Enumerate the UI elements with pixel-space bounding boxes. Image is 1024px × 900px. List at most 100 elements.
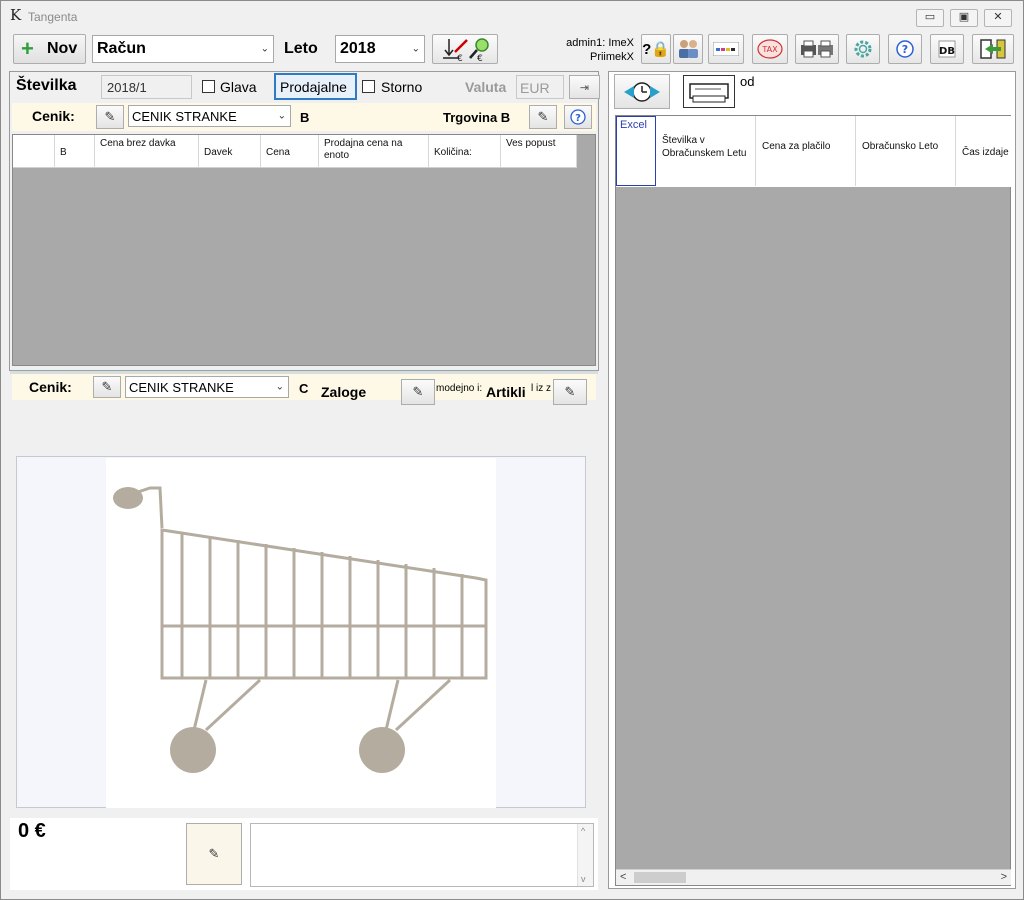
col-header-issue-time[interactable]: Čas izdaje <box>956 116 1011 186</box>
storno-label: Storno <box>381 79 423 95</box>
document-type-select[interactable]: Račun ⌄ <box>92 35 274 63</box>
tax-button[interactable]: TAX <box>752 34 788 64</box>
excel-export-button[interactable]: Excel <box>616 116 656 186</box>
pencil-icon: ✎ <box>537 109 549 124</box>
settings-button[interactable] <box>846 34 880 64</box>
svg-text:€: € <box>457 54 463 62</box>
shopping-cart-image <box>106 458 496 808</box>
svg-text:TAX: TAX <box>761 45 778 54</box>
new-button-label: Nov <box>47 40 78 57</box>
receipt-button[interactable] <box>683 75 735 108</box>
items-grid-header: B Cena brez davka Davek Cena Prodajna ce… <box>13 135 577 168</box>
col-header-number-in-year[interactable]: Številka v Obračunskem Letu <box>656 116 756 186</box>
time-navigation-button[interactable] <box>614 74 670 109</box>
valuta-field[interactable]: EUR <box>516 75 564 99</box>
col-header-amount-due[interactable]: Cena za plačilo <box>756 116 856 186</box>
upper-pricelist-value: CENIK STRANKE <box>132 109 237 124</box>
restore-button[interactable]: ▣ <box>950 9 978 27</box>
database-button[interactable]: DB <box>930 34 964 64</box>
invoice-list-hscrollbar[interactable]: < > <box>616 869 1011 885</box>
tax-icon: TAX <box>757 39 783 59</box>
year-select[interactable]: 2018 ⌄ <box>335 35 425 63</box>
close-icon: ✕ <box>993 11 1003 23</box>
valuta-select-button[interactable]: ⇥ <box>569 75 600 99</box>
notes-scrollbar[interactable]: ^ v <box>577 824 593 886</box>
database-icon: DB <box>938 40 956 58</box>
col-header-discount[interactable]: Ves popust <box>501 135 577 167</box>
svg-text:?: ? <box>575 113 581 124</box>
scroll-right-icon[interactable]: > <box>1001 871 1007 883</box>
glava-label: Glava <box>220 79 257 95</box>
barcode-button[interactable] <box>708 34 744 64</box>
trgovina-help-button[interactable]: ? <box>564 105 592 129</box>
title-bar <box>1 1 1023 31</box>
stock-label: Zaloge <box>321 384 367 400</box>
total-amount: 0 € <box>18 820 46 842</box>
upper-pricelist-select[interactable]: CENIK STRANKE ⌄ <box>128 105 291 127</box>
invoice-list-header: Excel Številka v Obračunskem Letu Cena z… <box>616 116 1011 187</box>
chevron-down-icon: ⌄ <box>411 43 420 55</box>
help-user-button[interactable]: ?🔒 <box>641 34 671 64</box>
help-icon: ? <box>570 109 586 125</box>
lower-pricelist-select[interactable]: CENIK STRANKE ⌄ <box>125 376 289 398</box>
stock-edit-button[interactable]: ✎ <box>401 379 435 405</box>
od-label: od <box>740 74 755 89</box>
modejno-label: modejno i: <box>436 383 483 394</box>
trgovina-edit-button[interactable]: ✎ <box>529 105 557 129</box>
lower-pricelist-label: Cenik: <box>29 379 72 395</box>
col-header-unit-price[interactable]: Prodajna cena na enoto <box>319 135 429 167</box>
scroll-left-icon[interactable]: < <box>620 871 626 883</box>
col-header-price-no-tax[interactable]: Cena brez davka <box>95 135 199 167</box>
minimize-button[interactable]: ▭ <box>916 9 944 27</box>
receipt-printer-icon <box>689 82 729 102</box>
pencil-icon: ✎ <box>564 384 576 399</box>
col-header-price[interactable]: Cena <box>261 135 319 167</box>
shopping-cart-icon <box>113 486 488 773</box>
logged-user: admin1: ImeX PriimekX <box>540 36 634 64</box>
prodajalne-button[interactable]: Prodajalne <box>274 73 357 100</box>
chevron-down-icon: ⌄ <box>275 381 284 393</box>
svg-text:DB: DB <box>939 46 955 57</box>
scroll-down-icon[interactable]: v <box>581 874 586 884</box>
row-selector-header <box>13 135 55 167</box>
chevron-down-icon: ⌄ <box>260 43 269 55</box>
lower-pricelist-value: CENIK STRANKE <box>129 380 234 395</box>
items-grid[interactable] <box>12 134 596 366</box>
storno-checkbox[interactable] <box>362 80 375 93</box>
currency-search-button[interactable]: € € <box>432 34 498 64</box>
articles-edit-button[interactable]: ✎ <box>553 379 587 405</box>
lower-pricelist-edit-button[interactable]: ✎ <box>93 376 121 398</box>
valuta-label: Valuta <box>465 79 507 95</box>
users-button[interactable] <box>673 34 703 64</box>
col-header-quantity[interactable]: Količina: <box>429 135 501 167</box>
scroll-up-icon[interactable]: ^ <box>581 826 585 836</box>
articles-label: Artikli <box>486 384 526 400</box>
print-button[interactable] <box>795 34 839 64</box>
scroll-thumb[interactable] <box>634 872 686 883</box>
plus-icon: + <box>21 36 34 61</box>
glava-checkbox[interactable] <box>202 80 215 93</box>
col-header-b[interactable]: B <box>55 135 95 167</box>
close-button[interactable]: ✕ <box>984 9 1012 27</box>
notes-textarea[interactable]: ^ v <box>250 823 594 887</box>
question-lock-icon: ?🔒 <box>642 41 670 58</box>
help-icon: ? <box>896 40 914 58</box>
notes-edit-button[interactable]: ✎ <box>186 823 242 885</box>
printer-icon <box>801 40 833 58</box>
exit-button[interactable] <box>972 34 1014 64</box>
col-header-accounting-year[interactable]: Obračunsko Leto <box>856 116 956 186</box>
restore-icon: ▣ <box>958 11 970 23</box>
help-button[interactable]: ? <box>888 34 922 64</box>
minimize-icon: ▭ <box>924 11 936 23</box>
col-header-tax[interactable]: Davek <box>199 135 261 167</box>
upper-pricelist-edit-button[interactable]: ✎ <box>96 105 124 129</box>
pencil-icon: ✎ <box>104 109 116 124</box>
user-surname-line: PriimekX <box>589 51 634 63</box>
number-field[interactable]: 2018/1 <box>101 75 192 99</box>
number-label: Številka <box>16 77 77 94</box>
new-button[interactable]: + Nov <box>13 34 86 64</box>
invoice-list-grid[interactable] <box>615 115 1011 886</box>
pencil-icon: ✎ <box>208 846 220 861</box>
lower-pricelist-suffix: C <box>299 381 309 396</box>
svg-text:?: ? <box>902 43 908 56</box>
